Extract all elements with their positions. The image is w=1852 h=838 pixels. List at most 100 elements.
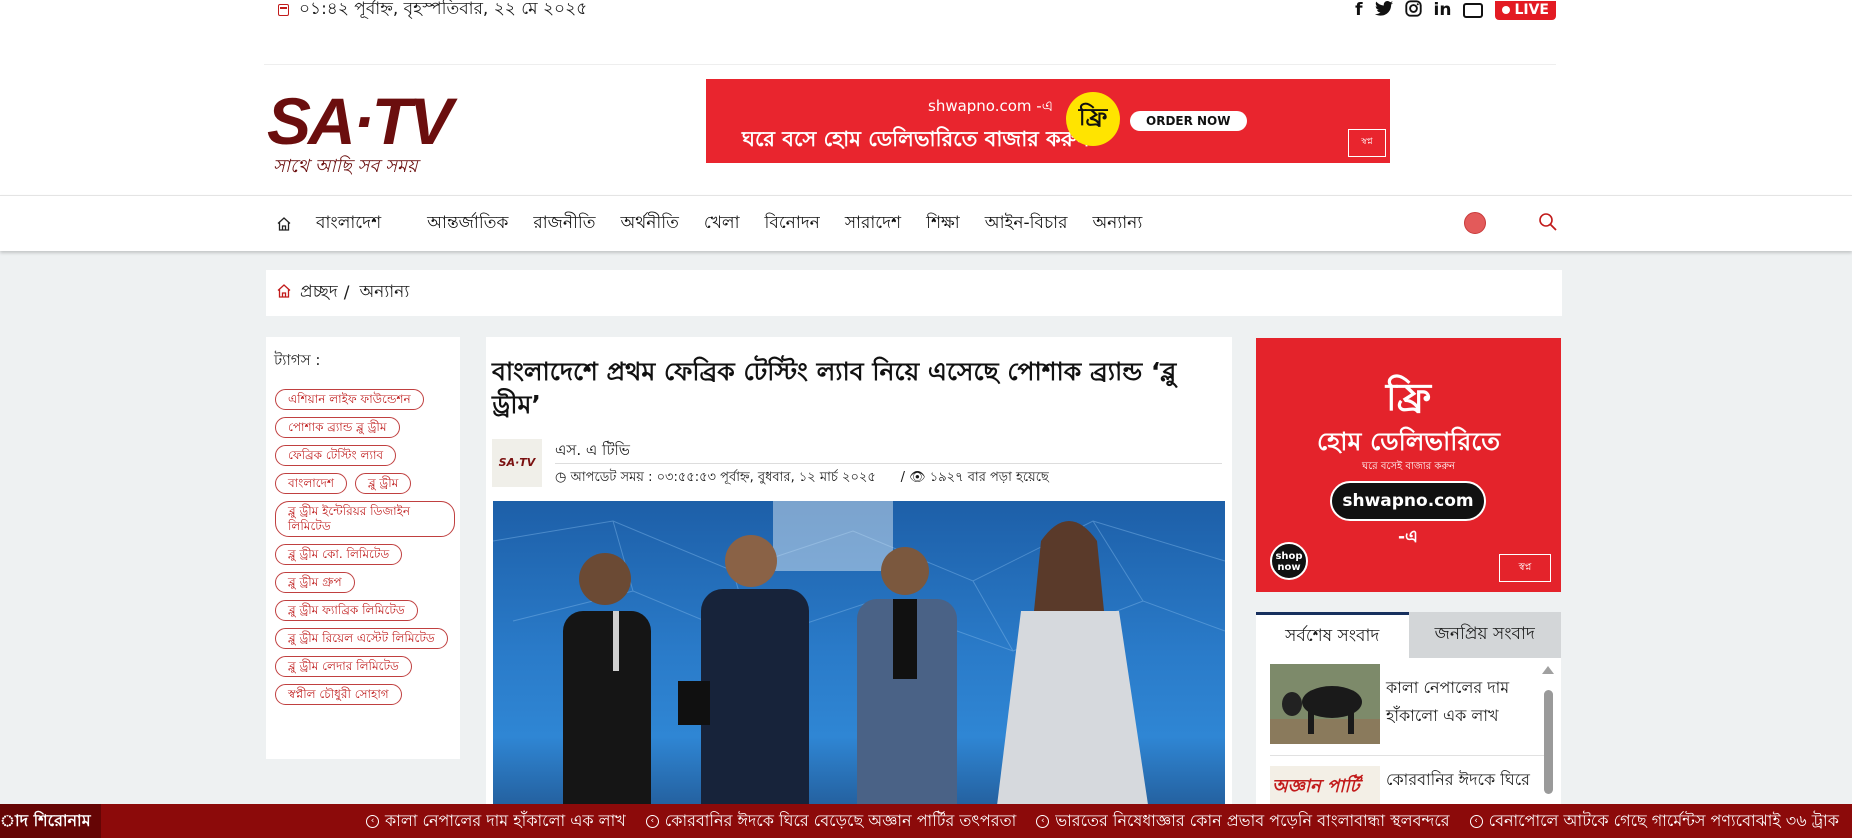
- live-button[interactable]: LIVE: [1495, 0, 1556, 20]
- ad-order-button[interactable]: ORDER NOW: [1130, 111, 1247, 131]
- sidebar-ad[interactable]: ফ্রি হোম ডেলিভারিতে ঘরে বসেই বাজার করুন …: [1256, 338, 1561, 592]
- tag-item[interactable]: ব্লু ড্রীম রিয়েল এস্টেট লিমিটেড: [275, 628, 448, 649]
- search-icon[interactable]: [1538, 212, 1558, 236]
- news-divider: [1270, 755, 1546, 756]
- scroll-thumb[interactable]: [1544, 690, 1553, 794]
- tag-item[interactable]: বাংলাদেশ: [275, 473, 347, 494]
- news-thumbnail: [1270, 664, 1380, 744]
- tag-item[interactable]: ব্লু ড্রীম ফ্যাব্রিক লিমিটেড: [275, 600, 418, 621]
- nav-item-others[interactable]: অন্যান্য: [1092, 210, 1142, 238]
- ticker-item[interactable]: ‹ কোরবানির ঈদকে ঘিরে বেড়েছে অজ্ঞান পার্ট…: [645, 808, 1017, 835]
- nav-item-economy[interactable]: অর্থনীতি: [620, 210, 678, 238]
- ticker-item-text: কোরবানির ঈদকে ঘিরে বেড়েছে অজ্ঞান পার্টি…: [664, 810, 1017, 830]
- tag-item[interactable]: স্বপ্নীল চৌধুরী সোহাগ: [275, 684, 402, 705]
- live-label: LIVE: [1514, 1, 1549, 18]
- ticker-item[interactable]: ‹ ভারতের নিষেধাজ্ঞার কোন প্রভাব পড়েনি বা…: [1036, 808, 1450, 835]
- ticker-item[interactable]: ‹ কালা নেপালের দাম হাঁকালো এক লাখ: [366, 808, 626, 835]
- news-tabs: সর্বশেষ সংবাদ জনপ্রিয় সংবাদ: [1256, 612, 1561, 658]
- tag-item[interactable]: ব্লু ড্রীম: [354, 473, 412, 494]
- instagram-icon[interactable]: [1404, 0, 1422, 21]
- nav-item-law[interactable]: আইন-বিচার: [985, 210, 1068, 238]
- tag-item[interactable]: ফেব্রিক টেস্টিং ল্যাব: [275, 445, 397, 466]
- ad-free-badge: ফ্রি: [1066, 92, 1120, 146]
- nav-item-sports[interactable]: খেলা: [704, 210, 740, 238]
- chevron-left-icon: ‹: [1036, 814, 1050, 828]
- news-thumbnail: অজ্ঞান পার্টি: [1270, 766, 1380, 804]
- author-name[interactable]: এস. এ টিভি: [555, 439, 630, 464]
- top-bar: ০১:৪২ পূর্বাহ্ন, বৃহস্পতিবার, ২২ মে ২০২৫…: [264, 0, 1556, 65]
- youtube-icon[interactable]: [1463, 2, 1484, 18]
- ticker-item[interactable]: ‹ বেনাপোলে আটকে গেছে গার্মেন্টস পণ্যবোঝাই…: [1469, 808, 1839, 835]
- sidebar-ad-site-button[interactable]: shwapno.com -এ: [1330, 481, 1486, 547]
- tab-latest-news[interactable]: সর্বশেষ সংবাদ: [1256, 612, 1409, 658]
- ticker-item-text: বেনাপোলে আটকে গেছে গার্মেন্টস পণ্যবোঝাই …: [1488, 810, 1839, 830]
- nav-item-entertainment[interactable]: বিনোদন: [765, 210, 820, 238]
- main-navbar: বাংলাদেশ আন্তর্জাতিক রাজনীতি অর্থনীতি খে…: [0, 195, 1852, 251]
- live-dot-icon: [1502, 6, 1511, 14]
- tags-title: ট্যাগস :: [274, 351, 321, 369]
- nav-item-international[interactable]: আন্তর্জাতিক: [427, 210, 508, 238]
- tag-item[interactable]: ব্লু ড্রীম ইন্টেরিয়র ডিজাইন লিমিটেড: [275, 501, 455, 537]
- breaking-news-ticker: ‹ কালা নেপালের দাম হাঁকালো এক লাখ ‹ কোরবান…: [0, 804, 1852, 838]
- news-title[interactable]: কালা নেপালের দাম হাঁকালো এক লাখ: [1386, 674, 1536, 730]
- views-separator: /: [879, 470, 910, 485]
- author-divider: [555, 463, 1222, 464]
- article-updated: আপডেট সময় : ০৩:৫৫:৫৩ পূর্বাহ্ন, বুধবার,…: [570, 470, 876, 485]
- scroll-up-arrow-icon[interactable]: [1542, 666, 1554, 674]
- news-scrollbar[interactable]: [1541, 666, 1555, 800]
- article-meta: ◷ আপডেট সময় : ০৩:৫৫:৫৩ পূর্বাহ্ন, বুধবা…: [555, 468, 1049, 489]
- list-item[interactable]: কালা নেপালের দাম হাঁকালো এক লাখ: [1270, 664, 1536, 750]
- author-row: SA·TV এস. এ টিভি ◷ আপডেট সময় : ০৩:৫৫:৫৩…: [492, 439, 1222, 491]
- tag-item[interactable]: এশিয়ান লাইফ ফাউন্ডেশন: [275, 389, 424, 410]
- chevron-left-icon: ‹: [1469, 814, 1483, 828]
- globe-icon[interactable]: [1464, 212, 1486, 234]
- tag-item[interactable]: ব্লু ড্রীম গ্রুপ: [275, 572, 355, 593]
- breadcrumb-separator: /: [343, 283, 350, 303]
- sidebar-ad-shop-now[interactable]: shop now: [1270, 542, 1308, 580]
- article-title: বাংলাদেশে প্রথম ফেব্রিক টেস্টিং ল্যাব নি…: [492, 357, 1177, 419]
- tag-item[interactable]: ব্লু ড্রীম লেদার লিমিটেড: [275, 656, 412, 677]
- nav-item-country[interactable]: সারাদেশ: [845, 210, 901, 238]
- ad-brand-logo: স্বপ্ন: [1348, 129, 1386, 157]
- sidebar-ad-logo: স্বপ্ন: [1499, 554, 1551, 582]
- list-item[interactable]: অজ্ঞান পার্টি কোরবানির ঈদকে ঘিরে: [1270, 766, 1536, 804]
- tags-panel: ট্যাগস : এশিয়ান লাইফ ফাউন্ডেশন পোশাক ব্…: [266, 337, 460, 759]
- tags-list: এশিয়ান লাইফ ফাউন্ডেশন পোশাক ব্র্যান্ড ব…: [275, 389, 455, 705]
- author-avatar: SA·TV: [492, 439, 542, 487]
- nav-item-politics[interactable]: রাজনীতি: [533, 210, 595, 238]
- clock-icon: ◷: [555, 470, 571, 485]
- sidebar-ad-small-text: ঘরে বসেই বাজার করুন: [1361, 461, 1456, 472]
- facebook-icon[interactable]: f: [1355, 1, 1362, 19]
- nav-menu: বাংলাদেশ আন্তর্জাতিক রাজনীতি অর্থনীতি খে…: [276, 196, 1167, 251]
- logo-wordmark: SA·TV: [267, 84, 453, 158]
- breadcrumb-home[interactable]: প্রচ্ছদ: [300, 279, 338, 307]
- article-image: [493, 501, 1225, 838]
- chevron-left-icon: ‹: [366, 814, 379, 828]
- eye-icon: 👁: [909, 470, 930, 485]
- tag-item[interactable]: ব্লু ড্রীম কো. লিমিটেড: [275, 544, 403, 565]
- ticker-items: ‹ কালা নেপালের দাম হাঁকালো এক লাখ ‹ কোরবান…: [366, 804, 1852, 838]
- nav-item-education[interactable]: শিক্ষা: [926, 210, 960, 238]
- linkedin-icon[interactable]: in: [1434, 1, 1452, 19]
- header-banner-ad[interactable]: shwapno.com -এ ঘরে বসে হোম ডেলিভারিতে বা…: [706, 79, 1390, 163]
- ad-headline: ঘরে বসে হোম ডেলিভারিতে বাজার করুন: [742, 127, 1090, 151]
- tag-item[interactable]: পোশাক ব্র্যান্ড ব্লু ড্রীম: [275, 417, 400, 438]
- chevron-left-icon: ‹: [645, 814, 659, 828]
- current-datetime: ০১:৪২ পূর্বাহ্ন, বৃহস্পতিবার, ২২ মে ২০২৫: [299, 0, 588, 19]
- breadcrumb-home-icon[interactable]: [276, 283, 292, 304]
- date-row: ০১:৪২ পূর্বাহ্ন, বৃহস্পতিবার, ২২ মে ২০২৫: [278, 0, 587, 20]
- breadcrumb: প্রচ্ছদ / অন্যান্য: [266, 270, 1562, 316]
- ticker-item-text: ভারতের নিষেধাজ্ঞার কোন প্রভাব পড়েনি বাং…: [1055, 810, 1450, 830]
- home-icon[interactable]: [276, 216, 292, 232]
- article-panel: বাংলাদেশে প্রথম ফেব্রিক টেস্টিং ল্যাব নি…: [486, 337, 1232, 838]
- breadcrumb-current[interactable]: অন্যান্য: [359, 279, 409, 307]
- nav-item-bangladesh[interactable]: বাংলাদেশ: [316, 210, 381, 238]
- tab-popular-news[interactable]: জনপ্রিয় সংবাদ: [1408, 612, 1561, 658]
- calendar-icon: [278, 4, 289, 16]
- ad-site-name: shwapno.com -এ: [928, 97, 1054, 115]
- ticker-label: াদ শিরোনাম: [0, 804, 101, 838]
- twitter-icon[interactable]: [1374, 0, 1393, 20]
- news-title[interactable]: কোরবানির ঈদকে ঘিরে: [1386, 766, 1536, 794]
- news-thumbnail-text: অজ্ঞান পার্টি: [1272, 776, 1360, 797]
- site-logo[interactable]: SA·TV সাথে আছি সব সময়: [267, 88, 477, 180]
